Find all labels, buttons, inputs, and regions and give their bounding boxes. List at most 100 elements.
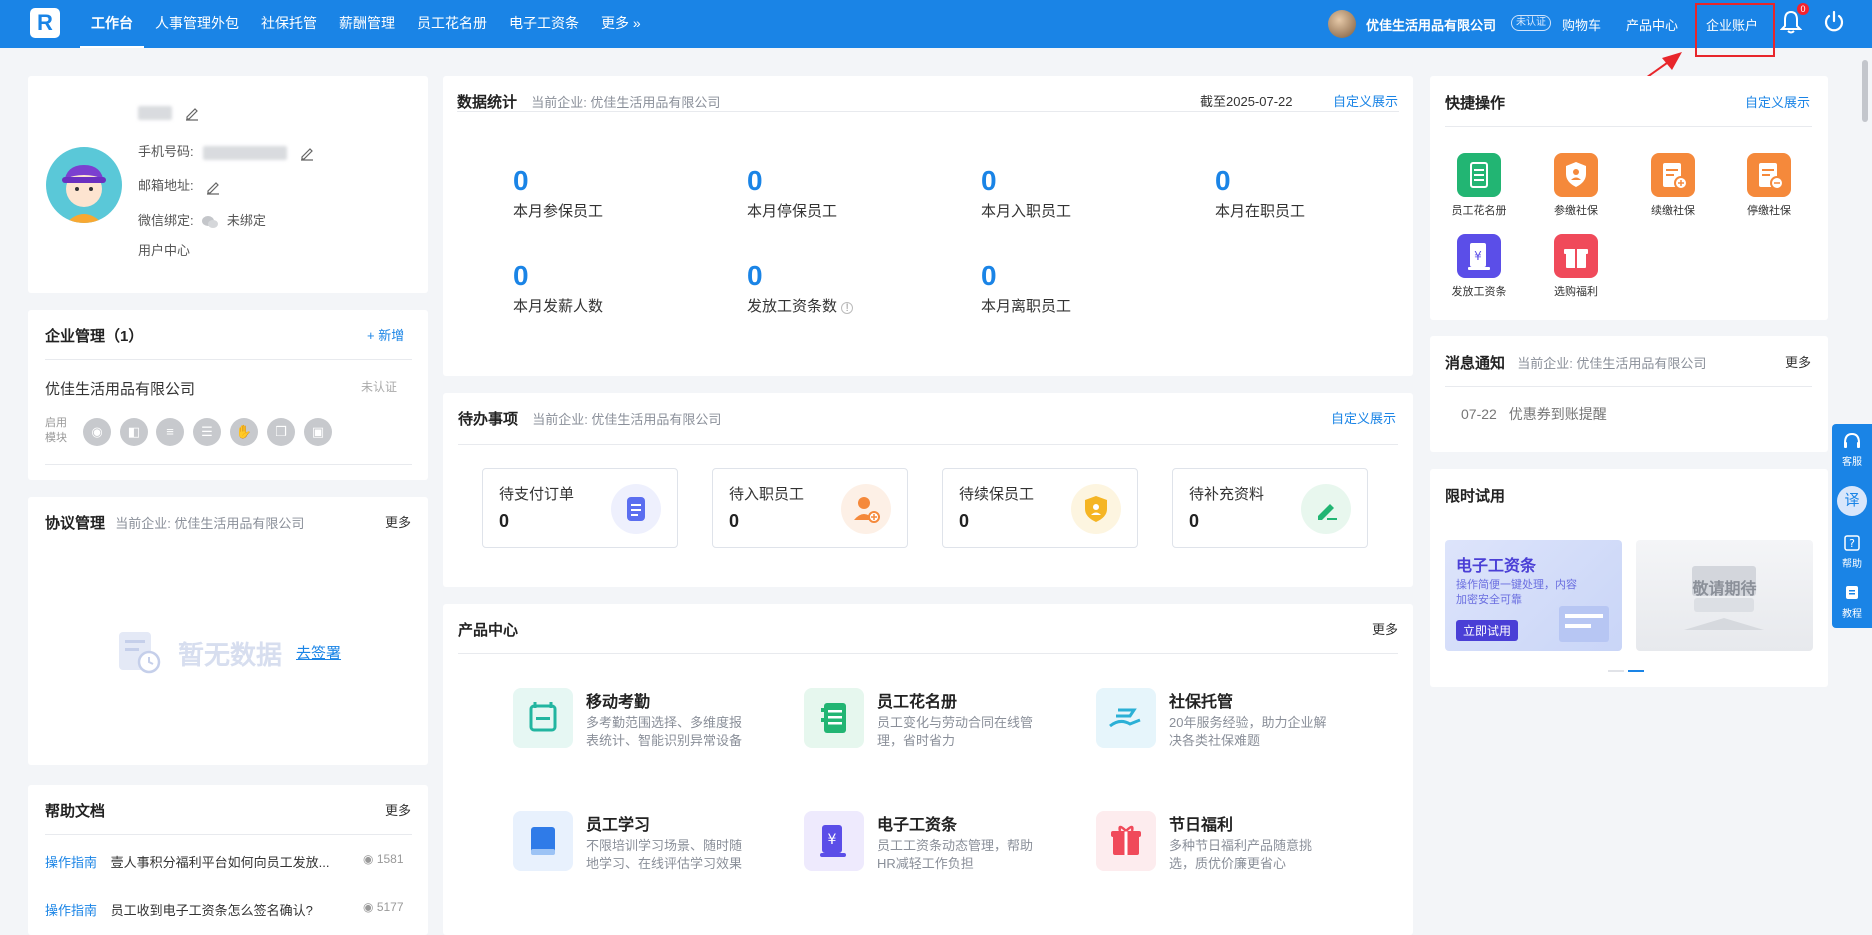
nav-item-payroll[interactable]: 薪酬管理	[328, 0, 406, 48]
add-enterprise-button[interactable]: + 新增	[367, 325, 404, 344]
module-list-icon[interactable]: ☰	[193, 418, 221, 446]
module-gift-icon[interactable]: ❒	[267, 418, 295, 446]
todo-value: 0	[499, 511, 510, 531]
tutorial-button[interactable]: 教程	[1832, 584, 1872, 620]
product-center-link[interactable]: 产品中心	[1626, 15, 1678, 34]
todo-title: 待办事项 当前企业: 优佳生活用品有限公司	[458, 408, 721, 429]
nav-item-social-security[interactable]: 社保托管	[250, 0, 328, 48]
message-item[interactable]: 07-22 优惠券到账提醒	[1461, 404, 1607, 424]
join-social-icon	[1554, 153, 1598, 197]
help-item[interactable]: 操作指南 壹人事积分福利平台如何向员工发放... ◉ 1581	[45, 852, 404, 871]
module-hand-icon[interactable]: ✋	[230, 418, 258, 446]
product-name[interactable]: 节日福利	[1169, 811, 1233, 835]
nav-item-workbench[interactable]: 工作台	[80, 0, 144, 48]
attendance-icon[interactable]	[513, 688, 573, 748]
quick-action-label: 员工花名册	[1451, 205, 1507, 217]
edit-icon	[1301, 484, 1351, 534]
help-more-link[interactable]: 更多	[385, 800, 411, 819]
quick-customize-link[interactable]: 自定义展示	[1745, 92, 1810, 111]
stat-label: 本月参保员工	[513, 203, 604, 220]
verify-badge: 未认证	[1511, 15, 1551, 31]
todo-pending-docs[interactable]: 待补充资料 0	[1172, 468, 1368, 548]
agreement-more-link[interactable]: 更多	[385, 512, 411, 531]
info-icon[interactable]: !	[841, 302, 854, 314]
nav-item-more[interactable]: 更多 »	[590, 0, 652, 48]
todo-divider	[458, 444, 1398, 445]
company-name[interactable]: 优佳生活用品有限公司	[1366, 15, 1496, 34]
trial-banner-title: 电子工资条	[1456, 558, 1537, 575]
cart-link[interactable]: 购物车	[1562, 15, 1601, 34]
messages-subtitle: 当前企业: 优佳生活用品有限公司	[1517, 356, 1707, 371]
go-sign-link[interactable]: 去签署	[296, 642, 341, 663]
edit-phone-icon[interactable]	[299, 145, 315, 161]
help-item-views: ◉ 1581	[363, 852, 404, 866]
product-name[interactable]: 员工花名册	[877, 688, 957, 712]
product-name[interactable]: 员工学习	[586, 811, 650, 835]
payslip-icon: ¥	[1457, 234, 1501, 278]
product-desc: 多种节日福利产品随意挑选，质优价廉更省心	[1169, 838, 1313, 871]
help-item[interactable]: 操作指南 员工收到电子工资条怎么签名确认? ◉ 5177	[45, 900, 404, 919]
quick-action-join-social[interactable]: 参缴社保	[1540, 153, 1612, 218]
social-security-icon[interactable]	[1096, 688, 1156, 748]
message-text: 优惠券到账提醒	[1508, 406, 1607, 422]
module-image-icon[interactable]: ▣	[304, 418, 332, 446]
product-name[interactable]: 电子工资条	[877, 811, 957, 835]
gift-icon[interactable]	[1096, 811, 1156, 871]
quick-action-roster[interactable]: 员工花名册	[1443, 153, 1515, 218]
power-icon[interactable]	[1822, 10, 1846, 34]
quick-action-payslip[interactable]: ¥ 发放工资条	[1443, 234, 1515, 299]
todo-customize-link[interactable]: 自定义展示	[1331, 408, 1396, 427]
help-item-text: 员工收到电子工资条怎么签名确认?	[110, 903, 313, 918]
try-now-button[interactable]: 立即试用	[1456, 620, 1519, 641]
customer-service-button[interactable]: 客服	[1832, 432, 1872, 468]
stats-customize-link[interactable]: 自定义展示	[1333, 91, 1398, 110]
product-center-more-link[interactable]: 更多	[1372, 619, 1398, 638]
enterprise-company-name[interactable]: 优佳生活用品有限公司	[45, 378, 195, 399]
product-name[interactable]: 社保托管	[1169, 688, 1233, 712]
messages-more-link[interactable]: 更多	[1785, 352, 1811, 371]
quick-action-welfare[interactable]: 选购福利	[1540, 234, 1612, 299]
todo-pending-onboard[interactable]: 待入职员工 0	[712, 468, 908, 548]
nav-item-roster[interactable]: 员工花名册	[406, 0, 498, 48]
stats-date: 截至2025-07-22	[1200, 94, 1293, 109]
nav-item-hr-outsourcing[interactable]: 人事管理外包	[144, 0, 250, 48]
todo-pending-renewal[interactable]: 待续保员工 0	[942, 468, 1138, 548]
quick-action-label: 参缴社保	[1554, 205, 1598, 217]
stat-value: 0	[981, 260, 997, 291]
quick-action-label: 续缴社保	[1651, 205, 1695, 217]
enterprise-divider	[45, 359, 412, 360]
app-logo[interactable]: R	[30, 8, 60, 38]
user-avatar[interactable]	[46, 147, 122, 223]
todo-title-text: 待办事项	[458, 411, 519, 428]
edit-email-icon[interactable]	[205, 179, 221, 195]
module-database-icon[interactable]: ≡	[156, 418, 184, 446]
translate-icon: 译	[1837, 486, 1867, 516]
company-avatar[interactable]	[1328, 10, 1356, 38]
help-button[interactable]: ? 帮助	[1832, 534, 1872, 570]
quick-action-stop-social[interactable]: 停缴社保	[1733, 153, 1805, 218]
shield-icon	[1071, 484, 1121, 534]
translate-button[interactable]: 译	[1832, 486, 1872, 516]
gift-icon	[1554, 234, 1598, 278]
carousel-dot-active[interactable]	[1628, 670, 1644, 672]
roster-icon[interactable]	[804, 688, 864, 748]
trial-banner-coming-soon[interactable]: 敬请期待	[1636, 540, 1813, 651]
user-center-link[interactable]: 用户中心	[138, 240, 190, 259]
stat-label: 本月入职员工	[981, 203, 1072, 220]
quick-action-renew-social[interactable]: 续缴社保	[1637, 153, 1709, 218]
module-social-icon[interactable]: ◉	[83, 418, 111, 446]
nav-item-payslip[interactable]: 电子工资条	[498, 0, 590, 48]
page-scrollbar[interactable]	[1862, 60, 1868, 122]
product-desc: 不限培训学习场景、随时随地学习、在线评估学习效果	[586, 838, 743, 871]
quick-divider	[1445, 126, 1812, 127]
trial-title: 限时试用	[1445, 488, 1506, 505]
payslip-icon[interactable]: ¥	[804, 811, 864, 871]
edit-name-icon[interactable]	[184, 105, 200, 121]
module-roster-icon[interactable]: ◧	[120, 418, 148, 446]
carousel-dot[interactable]	[1608, 670, 1624, 672]
todo-unpaid-orders[interactable]: 待支付订单 0	[482, 468, 678, 548]
help-title: 帮助文档	[45, 803, 106, 820]
trial-banner-payslip[interactable]: 电子工资条 操作简便一键处理，内容加密安全可靠 立即试用	[1445, 540, 1622, 651]
learning-icon[interactable]	[513, 811, 573, 871]
product-name[interactable]: 移动考勤	[586, 688, 650, 712]
